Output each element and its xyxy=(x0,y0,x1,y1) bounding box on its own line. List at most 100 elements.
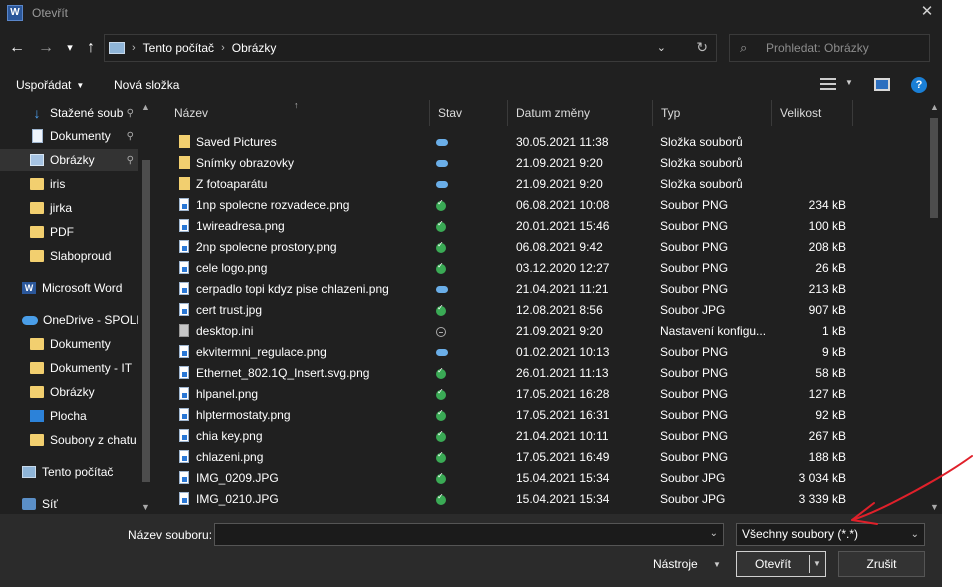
file-row[interactable]: Ethernet_802.1Q_Insert.svg.png 26.01.2021… xyxy=(166,363,856,384)
sidebar-item-documents-it[interactable]: Dokumenty - IT xyxy=(0,357,138,379)
open-button-label[interactable]: Otevřít xyxy=(737,552,809,576)
open-button[interactable]: Otevřít ▼ xyxy=(736,551,826,577)
scroll-down-icon[interactable]: ▼ xyxy=(930,502,939,512)
breadcrumb-this-pc[interactable]: Tento počítač xyxy=(143,41,214,55)
scroll-up-icon[interactable]: ▲ xyxy=(141,102,150,112)
tools-chevron-down-icon[interactable]: ▼ xyxy=(713,560,721,569)
sidebar-item-label: Slaboproud xyxy=(50,249,112,263)
organize-button[interactable]: Uspořádat ▼ xyxy=(16,78,84,92)
sidebar-item-jirka[interactable]: jirka xyxy=(0,197,138,219)
sidebar-scrollbar[interactable]: ▲ ▼ xyxy=(139,100,153,514)
file-date: 15.04.2021 15:34 xyxy=(516,471,610,485)
file-row[interactable]: Snímky obrazovky 21.09.2021 9:20 Složka so… xyxy=(166,153,856,174)
file-name: 2np spolecne prostory.png xyxy=(196,240,337,254)
sidebar-item-slaboproud[interactable]: Slaboproud xyxy=(0,245,138,267)
sidebar-item-chat-files[interactable]: Soubory z chatu xyxy=(0,429,138,451)
view-options-icon[interactable] xyxy=(820,78,836,90)
image-file-icon xyxy=(179,429,189,442)
file-row[interactable]: hlpanel.png 17.05.2021 16:28 Soubor PNG 127… xyxy=(166,384,856,405)
file-name: Snímky obrazovky xyxy=(196,156,295,170)
file-row[interactable]: cele logo.png 03.12.2020 12:27 Soubor PNG 2… xyxy=(166,258,856,279)
scroll-up-icon[interactable]: ▲ xyxy=(930,102,939,112)
refresh-icon[interactable]: ↻ xyxy=(696,39,708,56)
organize-label: Uspořádat xyxy=(16,78,72,92)
file-row[interactable]: Z fotoaparátu 21.09.2021 9:20 Složka soubo… xyxy=(166,174,856,195)
forward-arrow-icon[interactable]: → xyxy=(36,38,56,58)
view-chevron-down-icon[interactable]: ▼ xyxy=(845,78,853,87)
sidebar-item-label: Plocha xyxy=(50,409,87,423)
synced-check-icon xyxy=(436,219,446,232)
help-icon[interactable]: ? xyxy=(911,77,927,93)
filename-field[interactable]: ⌄ xyxy=(214,523,724,546)
image-file-icon xyxy=(179,450,189,463)
file-date: 21.09.2021 9:20 xyxy=(516,324,603,338)
file-type: Soubor PNG xyxy=(660,387,729,401)
column-header-size[interactable]: Velikost xyxy=(772,100,853,126)
file-row[interactable]: ekvitermni_regulace.png 01.02.2021 10:13 S… xyxy=(166,342,856,363)
sidebar-item-onedrive-pictures[interactable]: Obrázky xyxy=(0,381,138,403)
sidebar-item-downloads[interactable]: ↓ Stažené soub ⚲ xyxy=(0,102,138,124)
sidebar-item-onedrive[interactable]: OneDrive - SPOLE xyxy=(0,309,138,331)
pin-icon: ⚲ xyxy=(126,154,134,166)
file-row[interactable]: 1np spolecne rozvadece.png 06.08.2021 10:… xyxy=(166,195,856,216)
sidebar-item-network[interactable]: Síť xyxy=(0,493,138,514)
filename-input[interactable] xyxy=(215,524,695,545)
file-row[interactable]: Saved Pictures 30.05.2021 11:38 Složka sou… xyxy=(166,132,856,153)
file-row[interactable]: IMG_0209.JPG 15.04.2021 15:34 Soubor JPG 3 … xyxy=(166,468,856,489)
sidebar-item-label: Dokumenty xyxy=(50,337,111,351)
sidebar-item-this-pc[interactable]: Tento počítač xyxy=(0,461,138,483)
preview-pane-icon[interactable] xyxy=(874,78,890,91)
file-date: 06.08.2021 10:08 xyxy=(516,198,610,212)
file-date: 17.05.2021 16:49 xyxy=(516,450,610,464)
file-row[interactable]: cerpadlo topi kdyz pise chlazeni.png 21.0… xyxy=(166,279,856,300)
file-list-scrollbar[interactable]: ▲ ▼ xyxy=(927,100,941,514)
sidebar-item-label: Obrázky xyxy=(50,385,95,399)
sidebar-item-microsoft-word[interactable]: W Microsoft Word xyxy=(0,277,138,299)
file-size: 188 kB xyxy=(808,450,846,464)
new-folder-button[interactable]: Nová složka xyxy=(114,78,179,92)
sidebar-item-desktop[interactable]: Plocha xyxy=(0,405,138,427)
column-header-name[interactable]: Název ↑ xyxy=(166,100,430,126)
search-box[interactable]: ⌕ xyxy=(729,34,930,62)
synced-check-icon xyxy=(436,408,446,421)
close-icon[interactable]: ✕ xyxy=(912,0,942,26)
sidebar-item-pictures[interactable]: Obrázky ⚲ xyxy=(0,149,138,171)
file-row[interactable]: 1wireadresa.png 20.01.2021 15:46 Soubor PN… xyxy=(166,216,856,237)
tools-button[interactable]: Nástroje xyxy=(653,557,698,571)
search-input[interactable] xyxy=(766,41,926,55)
scrollbar-thumb[interactable] xyxy=(930,118,938,218)
sidebar-item-iris[interactable]: iris xyxy=(0,173,138,195)
file-row[interactable]: 2np spolecne prostory.png 06.08.2021 9:42… xyxy=(166,237,856,258)
file-type-select[interactable]: Všechny soubory (*.*) ⌄ xyxy=(736,523,925,546)
sidebar-item-documents[interactable]: Dokumenty ⚲ xyxy=(0,125,138,147)
file-row[interactable]: desktop.ini 21.09.2021 9:20 Nastavení konf… xyxy=(166,321,856,342)
address-history-chevron-icon[interactable]: ⌄ xyxy=(657,41,666,54)
scroll-down-icon[interactable]: ▼ xyxy=(141,502,150,512)
cancel-button[interactable]: Zrušit xyxy=(838,551,925,577)
column-header-date[interactable]: Datum změny xyxy=(508,100,653,126)
sidebar-item-pdf[interactable]: PDF xyxy=(0,221,138,243)
up-arrow-icon[interactable]: ↑ xyxy=(81,38,101,58)
file-name: cert trust.jpg xyxy=(196,303,263,317)
address-bar[interactable]: › Tento počítač › Obrázky ⌄ ↻ xyxy=(104,34,717,62)
column-header-status[interactable]: Stav xyxy=(430,100,508,126)
filename-history-chevron-icon[interactable]: ⌄ xyxy=(710,528,718,539)
file-row[interactable]: hlptermostaty.png 17.05.2021 16:31 Soubor … xyxy=(166,405,856,426)
back-arrow-icon[interactable]: ← xyxy=(7,38,27,58)
recent-locations-chevron-icon[interactable]: ▾ xyxy=(60,38,80,58)
column-header-type[interactable]: Typ xyxy=(653,100,772,126)
file-type: Soubor PNG xyxy=(660,219,729,233)
file-row[interactable]: chlazeni.png 17.05.2021 16:49 Soubor PNG 18… xyxy=(166,447,856,468)
sidebar-item-onedrive-documents[interactable]: Dokumenty xyxy=(0,333,138,355)
column-header-label: Název xyxy=(174,106,209,120)
open-options-chevron-icon[interactable]: ▼ xyxy=(813,555,821,573)
file-row[interactable]: chia key.png 21.04.2021 10:11 Soubor PNG 26… xyxy=(166,426,856,447)
file-row[interactable]: IMG_0210.JPG 15.04.2021 15:34 Soubor JPG 3 … xyxy=(166,489,856,510)
file-date: 21.04.2021 11:21 xyxy=(516,282,609,296)
documents-icon xyxy=(32,129,43,143)
breadcrumb-separator-icon[interactable]: › xyxy=(221,42,225,54)
file-row[interactable]: cert trust.jpg 12.08.2021 8:56 Soubor JPG 9… xyxy=(166,300,856,321)
breadcrumb-pictures[interactable]: Obrázky xyxy=(232,41,277,55)
file-date: 21.09.2021 9:20 xyxy=(516,156,603,170)
scrollbar-thumb[interactable] xyxy=(142,160,150,482)
